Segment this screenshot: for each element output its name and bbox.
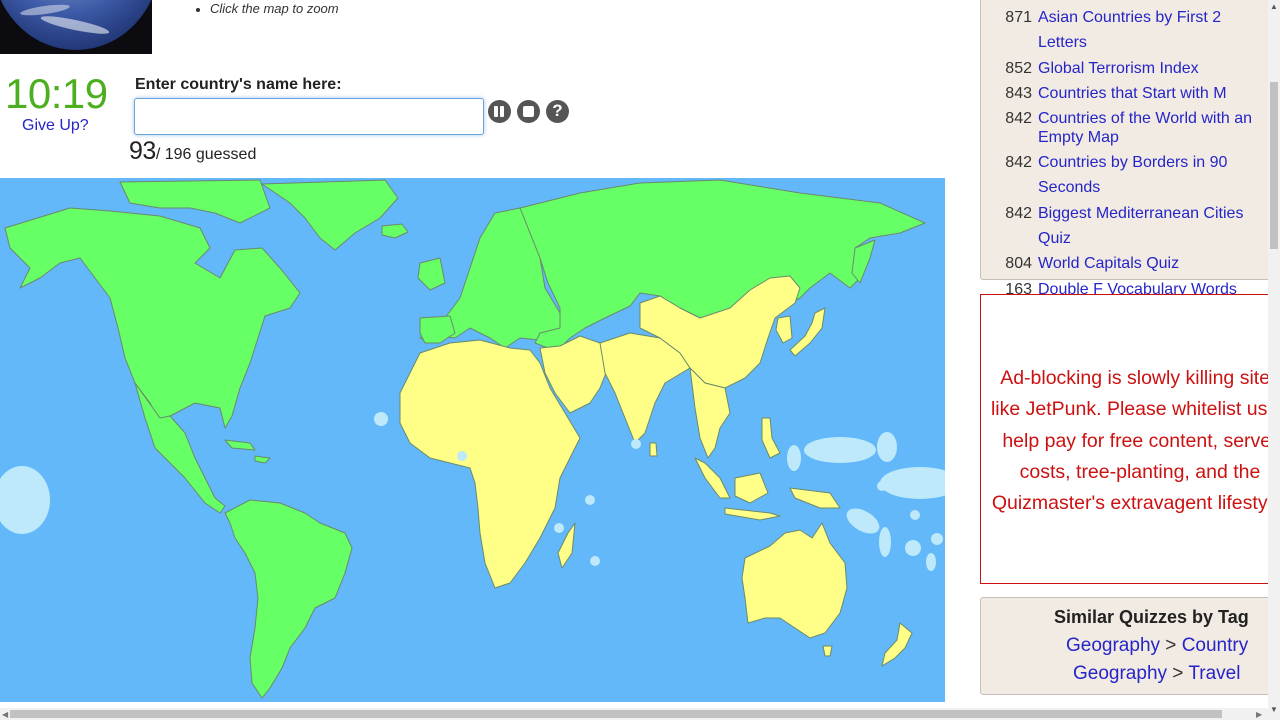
list-item[interactable]: 842 Countries of the World with an Empty … (990, 106, 1270, 150)
bullet-icon (196, 7, 200, 12)
horizontal-scroll-thumb[interactable] (10, 710, 1222, 718)
list-item[interactable]: 871 Asian Countries by First 2 Letters (990, 5, 1270, 56)
quiz-count: 842 (1005, 204, 1032, 222)
marker-micronesia[interactable] (804, 437, 876, 463)
marker-comoros[interactable] (554, 523, 564, 533)
quiz-page: Click the map to zoom 10:19 Give Up? Ent… (0, 0, 1280, 720)
quiz-link[interactable]: World Capitals Quiz (1038, 251, 1179, 276)
pause-button[interactable] (488, 100, 511, 123)
region-australia[interactable] (741, 522, 848, 639)
region-korea[interactable] (775, 315, 793, 344)
give-up-link[interactable]: Give Up? (22, 117, 89, 135)
tag-link-country[interactable]: Country (1182, 635, 1249, 656)
quiz-count: 871 (1005, 9, 1032, 26)
marker-tonga[interactable] (926, 553, 936, 571)
scroll-up-icon[interactable]: ▲ (1270, 2, 1278, 11)
marker-maldives[interactable] (631, 439, 641, 449)
marker-nauru[interactable] (877, 481, 887, 491)
region-japan[interactable] (789, 307, 826, 357)
quiz-link[interactable]: Countries by Borders in 90 Seconds (1038, 150, 1270, 201)
ad-notice-line: Quizmaster's extravagent lifestyle. (991, 492, 1280, 515)
tag-link-travel[interactable]: Travel (1188, 663, 1240, 684)
quiz-link[interactable]: Asian Countries by First 2 Letters (1038, 5, 1270, 56)
quiz-link[interactable]: Global Terrorism Index (1038, 56, 1199, 81)
zoom-hint-text: Click the map to zoom (210, 1, 339, 16)
marker-tuvalu[interactable] (910, 510, 920, 520)
marker-hawaii-region[interactable] (0, 466, 50, 534)
tag-breadcrumb: Geography > Travel (1073, 663, 1240, 685)
guessed-count: 93 (129, 137, 156, 165)
marker-fiji[interactable] (905, 540, 921, 556)
region-iberia[interactable] (419, 315, 456, 344)
timer: 10:19 (5, 70, 108, 117)
tag-separator: > (1172, 663, 1184, 684)
scroll-down-icon[interactable]: ▼ (1270, 705, 1278, 714)
vertical-scrollbar[interactable]: ▲ ▼ (1268, 0, 1280, 720)
marker-palau[interactable] (787, 445, 801, 471)
tag-link-geography[interactable]: Geography (1066, 635, 1160, 656)
quiz-count: 852 (1005, 59, 1032, 77)
tag-breadcrumb: Geography > Country (1066, 635, 1248, 657)
help-button[interactable]: ? (546, 100, 569, 123)
region-sri-lanka[interactable] (649, 442, 658, 457)
region-tasmania[interactable] (822, 645, 833, 657)
ad-notice-line: costs, tree-planting, and the (1019, 460, 1261, 483)
quiz-count: 804 (1005, 255, 1032, 273)
region-british-isles[interactable] (417, 257, 446, 291)
region-south-america[interactable] (224, 499, 353, 699)
ad-notice-line: help pay for free content, server (1002, 429, 1278, 452)
list-item[interactable]: 852 Global Terrorism Index (990, 56, 1270, 81)
world-map-svg[interactable] (0, 178, 945, 702)
entry-label: Enter country's name here: (135, 76, 342, 93)
vertical-scroll-thumb[interactable] (1270, 82, 1278, 249)
quiz-count: 843 (1005, 84, 1032, 102)
list-item[interactable]: 804 World Capitals Quiz (990, 251, 1270, 276)
marker-kiribati[interactable] (880, 467, 945, 499)
similar-tags-title: Similar Quizzes by Tag (1054, 607, 1249, 627)
list-item[interactable]: 842 Countries by Borders in 90 Seconds (990, 150, 1270, 201)
marker-sao-tome[interactable] (457, 451, 467, 461)
list-item[interactable]: 842 Biggest Mediterranean Cities Quiz (990, 201, 1270, 252)
guessed-counter: 93/ 196 guessed (129, 137, 256, 166)
tag-link-geography[interactable]: Geography (1073, 663, 1167, 684)
ad-notice-line: like JetPunk. Please whitelist us to (990, 398, 1280, 421)
world-map[interactable] (0, 178, 945, 702)
guessed-total: / 196 guessed (155, 146, 257, 163)
region-philippines[interactable] (761, 417, 781, 459)
list-item[interactable]: 843 Countries that Start with M (990, 81, 1270, 106)
country-name-input[interactable] (134, 98, 484, 135)
marker-vanuatu[interactable] (879, 527, 891, 557)
quiz-link[interactable]: Countries of the World with an Empty Map (1038, 109, 1268, 147)
region-greenland[interactable] (261, 179, 399, 251)
quiz-count: 842 (1005, 154, 1032, 172)
marker-marshall-islands[interactable] (877, 432, 897, 462)
marker-seychelles[interactable] (585, 495, 595, 505)
stop-button[interactable] (517, 100, 540, 123)
scroll-right-icon[interactable]: ▶ (1256, 710, 1262, 719)
region-north-america[interactable] (4, 207, 301, 429)
quiz-count: 842 (1005, 110, 1032, 128)
horizontal-scrollbar[interactable]: ◀ ▶ (0, 708, 1268, 720)
region-new-zealand[interactable] (881, 622, 913, 667)
marker-samoa[interactable] (931, 533, 943, 545)
quiz-link[interactable]: Countries that Start with M (1038, 81, 1227, 106)
scroll-left-icon[interactable]: ◀ (2, 710, 8, 719)
quiz-link[interactable]: Biggest Mediterranean Cities Quiz (1038, 201, 1270, 252)
zoom-hint: Click the map to zoom (196, 1, 339, 16)
region-caribbean[interactable] (224, 439, 271, 464)
tag-separator: > (1165, 635, 1177, 656)
marker-cape-verde[interactable] (374, 412, 388, 426)
earth-image (0, 0, 152, 54)
region-indonesia[interactable] (694, 457, 841, 521)
marker-solomons[interactable] (842, 503, 883, 538)
ad-notice-line: Ad-blocking is slowly killing sites (1000, 367, 1280, 389)
ad-block-notice: Ad-blocking is slowly killing sites like… (990, 363, 1280, 519)
marker-mauritius[interactable] (590, 556, 600, 566)
help-icon: ? (552, 101, 563, 120)
region-iceland[interactable] (381, 223, 409, 239)
